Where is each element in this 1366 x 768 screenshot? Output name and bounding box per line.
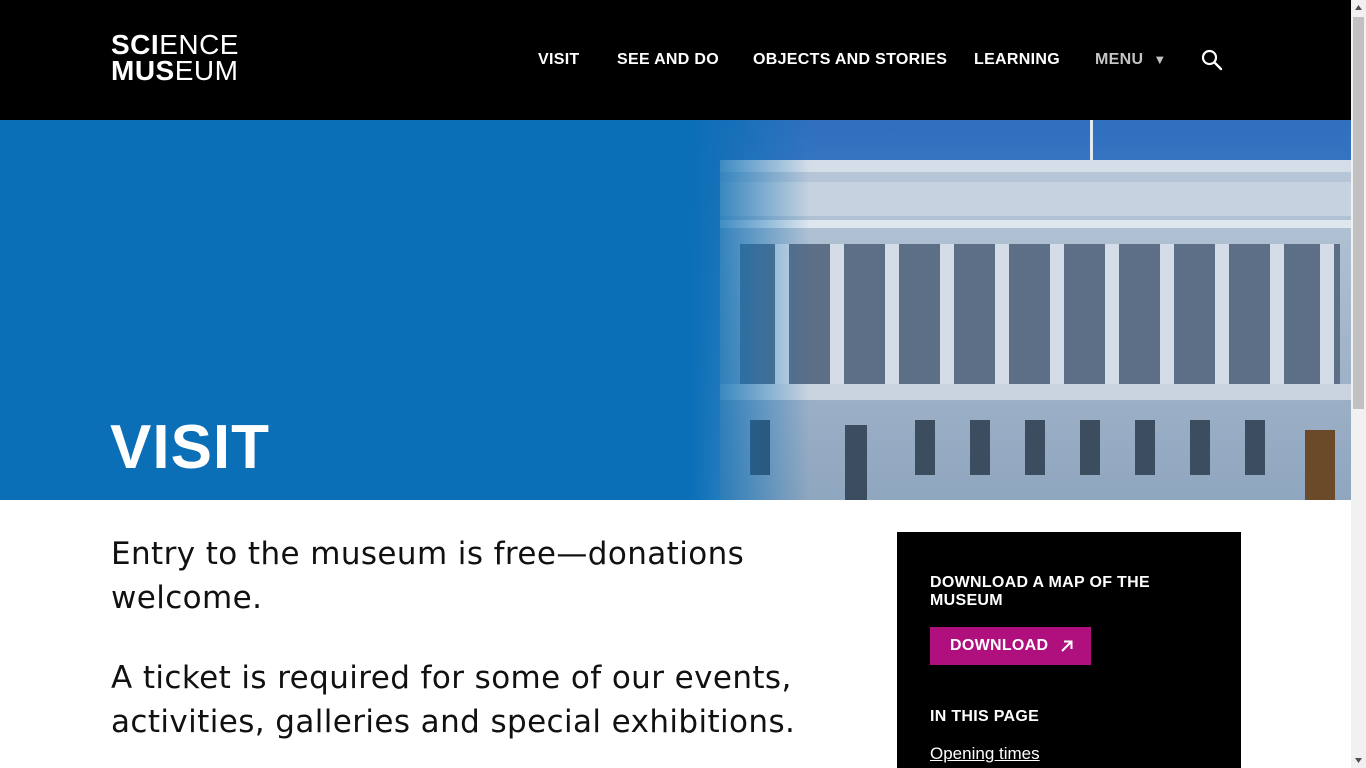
scroll-down-arrow-icon[interactable] — [1351, 753, 1366, 768]
intro-free-entry: Entry to the museum is free—donations we… — [111, 536, 745, 616]
map-download-heading: DOWNLOAD A MAP OF THE MUSEUM — [930, 574, 1150, 609]
search-icon[interactable] — [1201, 49, 1223, 71]
hero-banner: VISIT — [0, 120, 1351, 500]
scrollbar-thumb[interactable] — [1353, 17, 1364, 409]
nav-item-objects-and-stories[interactable]: OBJECTS AND STORIES — [753, 51, 947, 69]
menu-label: MENU — [1095, 51, 1144, 68]
menu-button[interactable]: MENU ▼ — [1095, 51, 1166, 69]
arrow-up-right-icon — [1061, 640, 1073, 652]
logo-text-museum-bold: MUS — [111, 55, 175, 86]
nav-item-see-and-do[interactable]: SEE AND DO — [617, 51, 719, 69]
intro-ticket-required: A ticket is required for some of our eve… — [111, 660, 796, 740]
in-this-page-heading: IN THIS PAGE — [930, 708, 1040, 725]
hero-image-fade — [690, 120, 810, 500]
scroll-up-arrow-icon[interactable] — [1351, 0, 1366, 15]
chevron-down-icon: ▼ — [1153, 52, 1167, 67]
download-map-button[interactable]: DOWNLOAD — [930, 627, 1091, 665]
nav-item-visit[interactable]: VISIT — [538, 51, 580, 69]
science-museum-logo[interactable]: SCIENCE MUSEUM — [111, 31, 239, 86]
nav-item-learning[interactable]: LEARNING — [974, 51, 1060, 69]
page-title: VISIT — [110, 413, 271, 482]
sidebar-card: DOWNLOAD A MAP OF THE MUSEUM DOWNLOAD IN… — [897, 532, 1241, 768]
page-scrollbar[interactable] — [1351, 0, 1366, 768]
logo-text-museum-light: EUM — [174, 55, 239, 86]
link-opening-times[interactable]: Opening times — [930, 744, 1040, 764]
site-header: SCIENCE MUSEUM VISIT SEE AND DO OBJECTS … — [0, 0, 1351, 120]
download-label: DOWNLOAD — [950, 637, 1049, 654]
